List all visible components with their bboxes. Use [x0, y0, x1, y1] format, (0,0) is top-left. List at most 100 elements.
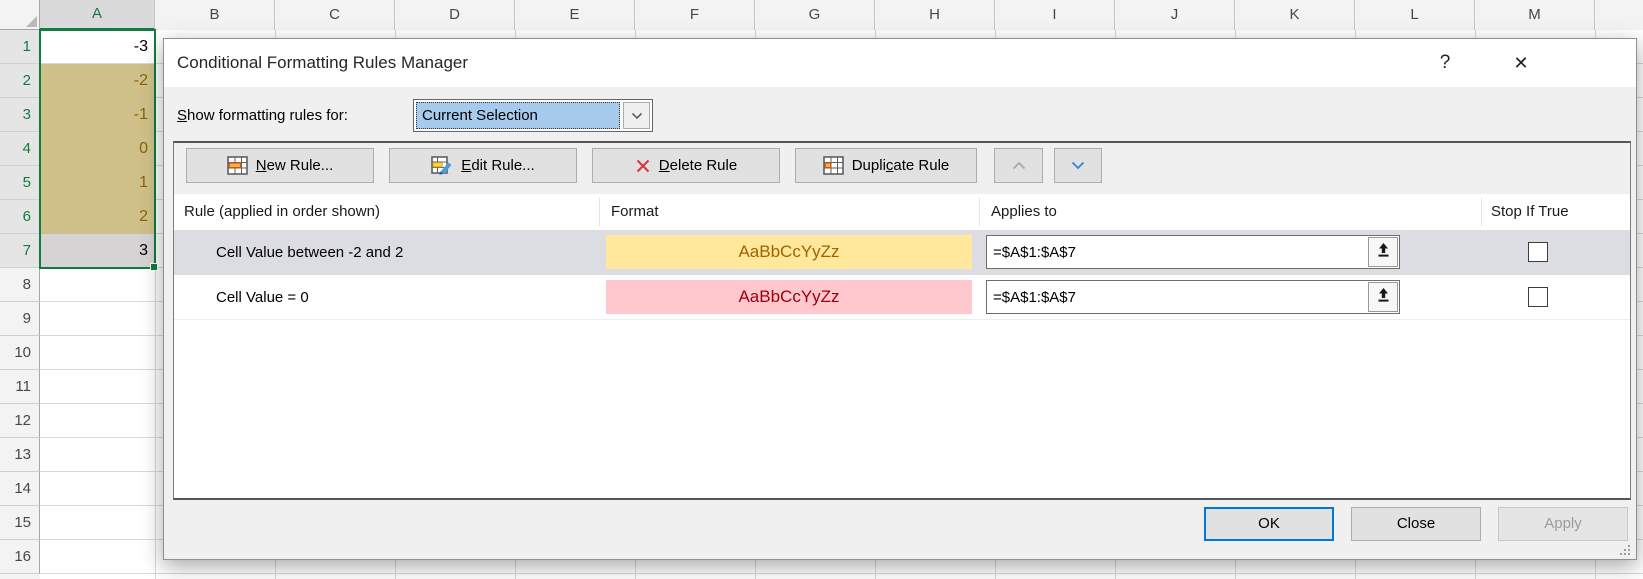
range-picker-button[interactable] — [1368, 237, 1398, 267]
show-rules-label-mnemonic: S — [177, 107, 187, 124]
cell-A3[interactable]: -1 — [40, 98, 155, 132]
cell-A4[interactable]: 0 — [40, 132, 155, 166]
rule-format-preview: AaBbCcYyZz — [606, 280, 972, 314]
cell-A9[interactable] — [40, 302, 155, 336]
rule-description: Cell Value between -2 and 2 — [216, 230, 403, 275]
row-header-16[interactable]: 16 — [0, 540, 40, 574]
move-rule-up-button[interactable] — [994, 148, 1043, 183]
row-header-14[interactable]: 14 — [0, 472, 40, 506]
duplicate-rule-button[interactable]: Duplicate Rule — [795, 148, 977, 183]
close-dialog-button[interactable]: Close — [1351, 507, 1481, 541]
applies-to-input[interactable] — [987, 236, 1365, 268]
row-header-1[interactable]: 1 — [0, 30, 40, 64]
duplicate-rule-label: Duplicate Rule — [852, 157, 950, 174]
range-picker-icon — [1376, 242, 1391, 263]
show-rules-dropdown-value[interactable]: Current Selection — [416, 102, 620, 129]
rule-row-1[interactable]: Cell Value between -2 and 2 AaBbCcYyZz — [174, 230, 1630, 275]
column-header-partial[interactable] — [1595, 0, 1643, 30]
delete-rule-label: Delete Rule — [659, 157, 737, 174]
cell-A8[interactable] — [40, 268, 155, 302]
cell-A7[interactable]: 3 — [40, 234, 155, 268]
resize-grip[interactable] — [1619, 543, 1631, 555]
column-header-L[interactable]: L — [1355, 0, 1475, 30]
cell-A13[interactable] — [40, 438, 155, 472]
column-header-E[interactable]: E — [515, 0, 635, 30]
row-header-12[interactable]: 12 — [0, 404, 40, 438]
move-down-icon — [1071, 161, 1085, 170]
column-header-G[interactable]: G — [755, 0, 875, 30]
applies-to-input[interactable] — [987, 281, 1365, 313]
row-header-3[interactable]: 3 — [0, 98, 40, 132]
delete-rule-button[interactable]: Delete Rule — [592, 148, 780, 183]
cell-A6[interactable]: 2 — [40, 200, 155, 234]
rules-groupbox: New Rule... Edit Rule... — [173, 141, 1631, 500]
cell-A2[interactable]: -2 — [40, 64, 155, 98]
cell-A14[interactable] — [40, 472, 155, 506]
cell-A10[interactable] — [40, 336, 155, 370]
row-header-4[interactable]: 4 — [0, 132, 40, 166]
show-rules-label-rest: how formatting rules for: — [187, 107, 348, 124]
header-stop-if-true: Stop If True — [1491, 194, 1569, 230]
column-header-K[interactable]: K — [1235, 0, 1355, 30]
rules-list-header: Rule (applied in order shown) Format App… — [174, 194, 1630, 230]
column-header-I[interactable]: I — [995, 0, 1115, 30]
header-divider — [979, 198, 980, 226]
cell-A12[interactable] — [40, 404, 155, 438]
cell-A5[interactable]: 1 — [40, 166, 155, 200]
rule-description: Cell Value = 0 — [216, 275, 309, 320]
cell-A15[interactable] — [40, 506, 155, 540]
column-header-F[interactable]: F — [635, 0, 755, 30]
column-header-A[interactable]: A — [40, 0, 155, 30]
row-header-7[interactable]: 7 — [0, 234, 40, 268]
row-header-6[interactable]: 6 — [0, 200, 40, 234]
new-rule-button[interactable]: New Rule... — [186, 148, 374, 183]
column-headers: ABCDEFGHIJKLM — [40, 0, 1643, 30]
fill-handle[interactable] — [150, 263, 158, 271]
ok-button[interactable]: OK — [1204, 507, 1334, 541]
row-header-11[interactable]: 11 — [0, 370, 40, 404]
row-header-15[interactable]: 15 — [0, 506, 40, 540]
dialog-titlebar[interactable]: Conditional Formatting Rules Manager ? ✕ — [164, 39, 1636, 87]
row-header-8[interactable]: 8 — [0, 268, 40, 302]
help-icon: ? — [1440, 52, 1451, 73]
edit-rule-label: Edit Rule... — [461, 157, 534, 174]
edit-rule-icon — [431, 156, 453, 175]
close-icon: ✕ — [1513, 53, 1528, 73]
conditional-formatting-rules-manager-dialog: Conditional Formatting Rules Manager ? ✕… — [163, 38, 1637, 560]
column-header-C[interactable]: C — [275, 0, 395, 30]
close-button[interactable]: ✕ — [1506, 49, 1536, 77]
column-header-B[interactable]: B — [155, 0, 275, 30]
duplicate-rule-icon — [823, 156, 844, 175]
row-header-9[interactable]: 9 — [0, 302, 40, 336]
row-header-5[interactable]: 5 — [0, 166, 40, 200]
row-header-2[interactable]: 2 — [0, 64, 40, 98]
row-header-10[interactable]: 10 — [0, 336, 40, 370]
column-header-D[interactable]: D — [395, 0, 515, 30]
new-rule-label: New Rule... — [256, 157, 334, 174]
show-rules-dropdown[interactable]: Current Selection — [413, 99, 653, 132]
cell-A1[interactable]: -3 — [40, 30, 155, 64]
rule-row-2[interactable]: Cell Value = 0 AaBbCcYyZz — [174, 275, 1630, 320]
rule-format-preview: AaBbCcYyZz — [606, 235, 972, 269]
applies-to-field — [986, 280, 1400, 314]
stop-if-true-checkbox[interactable] — [1528, 242, 1548, 262]
cell-A16[interactable] — [40, 540, 155, 574]
edit-rule-button[interactable]: Edit Rule... — [389, 148, 577, 183]
column-header-M[interactable]: M — [1475, 0, 1595, 30]
show-rules-label: Show formatting rules for: — [177, 99, 348, 132]
apply-button: Apply — [1498, 507, 1628, 541]
move-rule-down-button[interactable] — [1054, 148, 1102, 183]
range-picker-button[interactable] — [1368, 282, 1398, 312]
header-applies-to: Applies to — [991, 194, 1057, 230]
delete-rule-icon — [635, 158, 651, 174]
select-all-corner[interactable] — [0, 0, 40, 30]
column-header-J[interactable]: J — [1115, 0, 1235, 30]
column-header-H[interactable]: H — [875, 0, 995, 30]
help-button[interactable]: ? — [1430, 49, 1460, 77]
cell-A11[interactable] — [40, 370, 155, 404]
header-divider — [1481, 198, 1482, 226]
show-rules-dropdown-button[interactable] — [623, 102, 650, 129]
row-header-13[interactable]: 13 — [0, 438, 40, 472]
stop-if-true-checkbox[interactable] — [1528, 287, 1548, 307]
row-headers: 12345678910111213141516 — [0, 30, 40, 579]
